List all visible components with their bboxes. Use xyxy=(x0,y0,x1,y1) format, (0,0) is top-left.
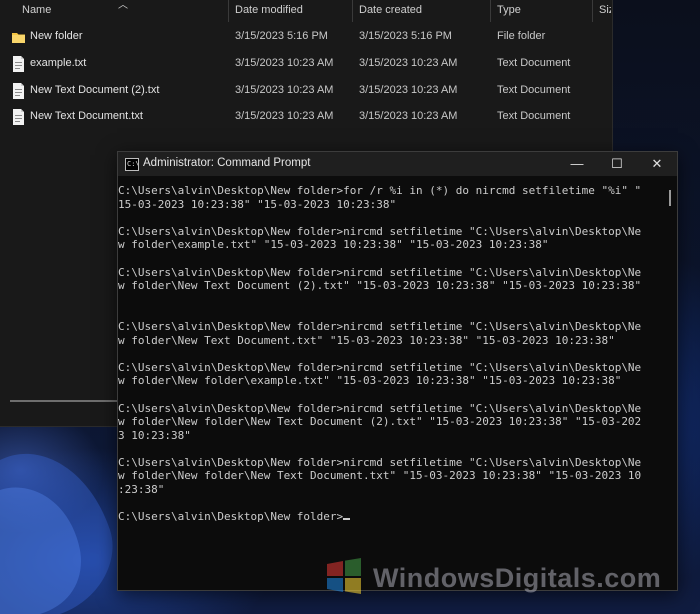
file-type: Text Document xyxy=(497,84,571,96)
console-line: C:\Users\alvin\Desktop\New folder>nircmd… xyxy=(118,224,642,238)
horizontal-scrollbar[interactable] xyxy=(10,400,122,402)
folder-icon xyxy=(12,33,25,43)
console-line: w folder\example.txt" "15-03-2023 10:23:… xyxy=(118,238,549,252)
column-divider[interactable] xyxy=(352,0,353,22)
watermark: WindowsDigitals.com xyxy=(325,558,700,598)
file-date-modified: 3/15/2023 10:23 AM xyxy=(235,84,334,96)
text-file-icon xyxy=(13,109,24,125)
console-line: w folder\New folder\New Text Document (2… xyxy=(118,415,642,429)
text-cursor xyxy=(343,518,351,521)
console-line: C:\Users\alvin\Desktop\New folder>for /r… xyxy=(118,184,642,197)
console-line: C:\Users\alvin\Desktop\New folder>nircmd… xyxy=(118,401,642,415)
file-date-modified: 3/15/2023 5:16 PM xyxy=(235,30,328,42)
column-header-size[interactable]: Size xyxy=(599,4,611,16)
sort-ascending-icon: ︿ xyxy=(118,0,128,11)
command-prompt-window: C:\ Administrator: Command Prompt — ☐ ✕ … xyxy=(117,151,678,591)
console-line: w folder\New folder\New Text Document.tx… xyxy=(118,469,642,483)
console-line: C:\Users\alvin\Desktop\New folder>nircmd… xyxy=(118,265,642,279)
file-date-created: 3/15/2023 10:23 AM xyxy=(359,57,458,69)
file-row[interactable]: New Text Document.txt 3/15/2023 10:23 AM… xyxy=(0,104,612,130)
file-row[interactable]: example.txt 3/15/2023 10:23 AM 3/15/2023… xyxy=(0,51,612,77)
file-date-created: 3/15/2023 10:23 AM xyxy=(359,110,458,122)
file-date-modified: 3/15/2023 10:23 AM xyxy=(235,57,334,69)
minimize-button[interactable]: — xyxy=(557,152,597,176)
watermark-text: WindowsDigitals.com xyxy=(373,563,661,594)
file-name: New folder xyxy=(30,30,83,42)
console-line: C:\Users\alvin\Desktop\New folder>nircmd… xyxy=(118,319,642,333)
maximize-button[interactable]: ☐ xyxy=(597,152,637,176)
vertical-scrollbar[interactable] xyxy=(669,190,671,206)
watermark-text-value: WindowsDigitals.com xyxy=(373,563,662,593)
file-row[interactable]: New Text Document (2).txt 3/15/2023 10:2… xyxy=(0,78,612,104)
file-name: New Text Document.txt xyxy=(30,110,143,122)
file-row[interactable]: New folder 3/15/2023 5:16 PM 3/15/2023 5… xyxy=(0,24,612,50)
file-name: New Text Document (2).txt xyxy=(30,84,160,96)
text-file-icon xyxy=(13,83,24,99)
console-line: :23:38" xyxy=(118,483,165,497)
console-output[interactable]: C:\Users\alvin\Desktop\New folder>for /r… xyxy=(118,184,663,524)
column-header-row: ︿ Name Date modified Date created Type S… xyxy=(0,0,612,22)
console-line: C:\Users\alvin\Desktop\New folder>nircmd… xyxy=(118,360,642,374)
console-line: C:\Users\alvin\Desktop\New folder>nircmd… xyxy=(118,455,642,469)
command-prompt-line: C:\Users\alvin\Desktop\New folder> xyxy=(118,510,344,524)
console-line: w folder\New folder\example.txt" "15-03-… xyxy=(118,374,622,388)
close-button[interactable]: ✕ xyxy=(637,152,677,176)
column-header-date-created[interactable]: Date created xyxy=(359,4,422,16)
console-line: w folder\New Text Document.txt" "15-03-2… xyxy=(118,333,615,347)
console-line: 3 10:23:38" xyxy=(118,428,191,442)
wallpaper-swirl xyxy=(0,453,113,614)
title-bar[interactable]: C:\ Administrator: Command Prompt — ☐ ✕ xyxy=(118,152,677,176)
column-header-type[interactable]: Type xyxy=(497,4,521,16)
file-type: Text Document xyxy=(497,57,571,69)
file-date-created: 3/15/2023 5:16 PM xyxy=(359,30,452,42)
column-header-name[interactable]: Name xyxy=(22,4,51,16)
console-line: w folder\New Text Document (2).txt" "15-… xyxy=(118,279,642,293)
file-type: File folder xyxy=(497,30,546,42)
file-date-created: 3/15/2023 10:23 AM xyxy=(359,84,458,96)
column-header-date-modified[interactable]: Date modified xyxy=(235,4,303,16)
windows-logo-icon xyxy=(327,558,361,594)
text-file-icon xyxy=(13,56,24,72)
file-date-modified: 3/15/2023 10:23 AM xyxy=(235,110,334,122)
command-prompt-icon: C:\ xyxy=(125,158,139,171)
column-divider[interactable] xyxy=(592,0,593,22)
column-divider[interactable] xyxy=(490,0,491,22)
column-divider[interactable] xyxy=(228,0,229,22)
console-history: C:\Users\alvin\Desktop\New folder>for /r… xyxy=(118,184,641,496)
file-type: Text Document xyxy=(497,110,571,122)
window-title: Administrator: Command Prompt xyxy=(143,157,311,169)
file-name: example.txt xyxy=(30,57,87,69)
console-line: 15-03-2023 10:23:38" "15-03-2023 10:23:3… xyxy=(118,197,397,211)
